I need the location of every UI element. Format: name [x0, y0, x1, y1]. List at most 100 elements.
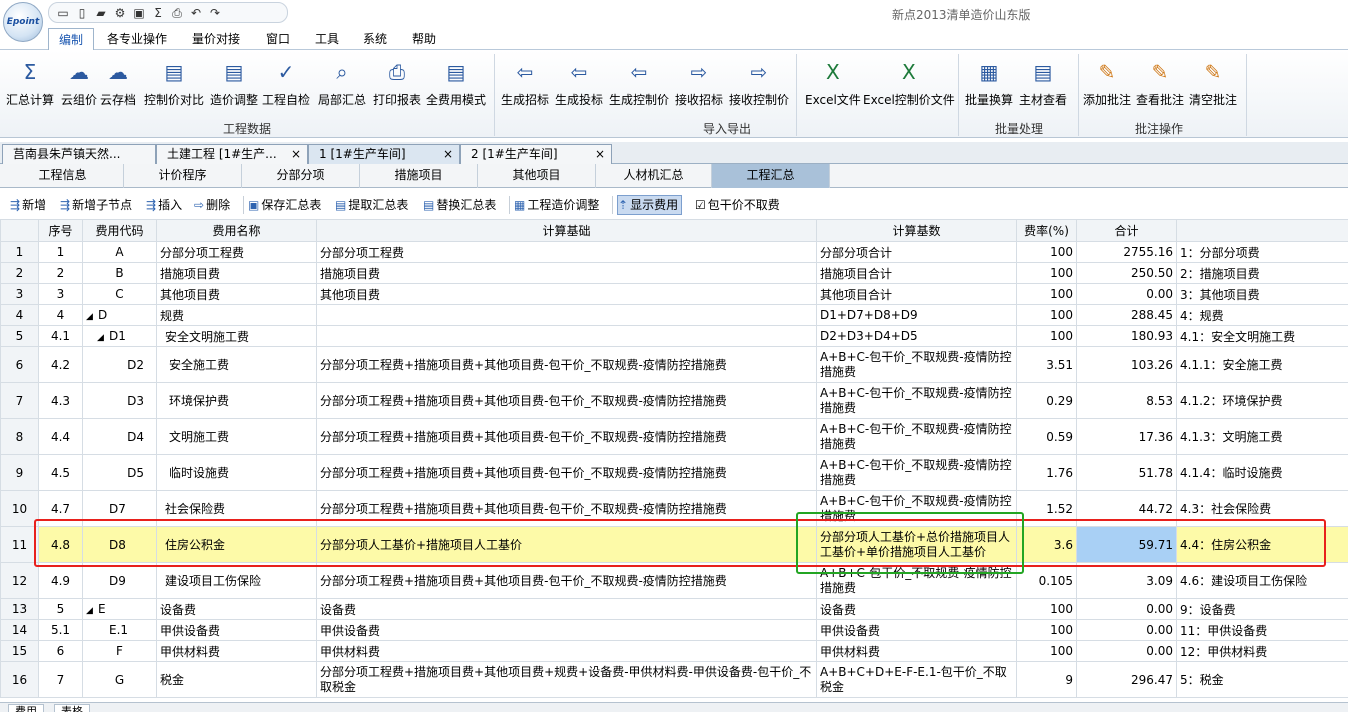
- lump-sum-checkbox[interactable]: ☑ 包干价不取费: [695, 195, 780, 215]
- cloud-pricing-button[interactable]: ☁ 云组价: [61, 52, 97, 110]
- header-rate[interactable]: 费率(%): [1016, 219, 1077, 242]
- app-window: Epoint ▭ ▯ ▰ ⚙ ▣ Σ ⎙ ↶ ↷ 新点2013清单造价山东版 编…: [0, 0, 1348, 712]
- table-row[interactable]: 4 4 ◢ D 规费 D1+D7+D8+D9 100 288.45 4：规费: [0, 304, 1348, 326]
- insert-icon: ⇶: [146, 198, 157, 212]
- bottom-tab-table[interactable]: 表格: [54, 704, 90, 712]
- menu-help[interactable]: 帮助: [402, 28, 446, 51]
- save-summary-button[interactable]: ▣ 保存汇总表: [248, 195, 321, 215]
- selected-total-cell[interactable]: 59.71: [1076, 526, 1177, 563]
- self-check-button[interactable]: ✓ 工程自检: [262, 52, 310, 110]
- sigma-icon[interactable]: Σ: [150, 5, 166, 21]
- gen-control-price-button[interactable]: ⇦ 生成控制价: [609, 52, 669, 110]
- close-icon[interactable]: ×: [595, 145, 605, 163]
- tab-project-info[interactable]: 工程信息: [2, 164, 124, 188]
- menu-quantity-price[interactable]: 量价对接: [182, 28, 250, 51]
- doc-tab-project[interactable]: 莒南县朱芦镇天然...: [2, 144, 156, 164]
- clear-comment-button[interactable]: ✎ 清空批注: [1189, 52, 1237, 110]
- cost-adjust-toolbar-button[interactable]: ▦ 工程造价调整: [514, 195, 599, 215]
- menu-window[interactable]: 窗口: [256, 28, 300, 51]
- header-rownum[interactable]: [0, 219, 39, 242]
- toolbar-separator: [612, 196, 613, 214]
- undo-icon[interactable]: ↶: [188, 5, 204, 21]
- table-row[interactable]: 9 4.5 D5 临时设施费 分部分项工程费+措施项目费+其他项目费-包干价_不…: [0, 454, 1348, 491]
- header-code[interactable]: 费用代码: [82, 219, 157, 242]
- table-row[interactable]: 8 4.4 D4 文明施工费 分部分项工程费+措施项目费+其他项目费-包干价_不…: [0, 418, 1348, 455]
- header-seq[interactable]: 序号: [38, 219, 83, 242]
- save-icon[interactable]: ▣: [131, 5, 147, 21]
- table-header-row: 序号 费用代码 费用名称 计算基础 计算基数 费率(%) 合计: [0, 219, 1348, 242]
- table-row[interactable]: 5 4.1 ◢ D1 安全文明施工费 D2+D3+D4+D5 100 180.93…: [0, 325, 1348, 347]
- doc-tab-workshop-1[interactable]: 1 [1#生产车间] ×: [308, 144, 460, 164]
- tab-project-summary[interactable]: 工程汇总: [712, 164, 830, 188]
- menu-specialty[interactable]: 各专业操作: [97, 28, 177, 51]
- delete-button[interactable]: ⇨ 删除: [194, 195, 230, 215]
- collapse-triangle-icon[interactable]: ◢: [86, 312, 98, 322]
- header-note[interactable]: [1176, 219, 1348, 242]
- collapse-triangle-icon[interactable]: ◢: [97, 333, 109, 343]
- header-total[interactable]: 合计: [1076, 219, 1177, 242]
- table-row[interactable]: 13 5 ◢ E 设备费 设备费 设备费 100 0.00 9：设备费: [0, 598, 1348, 620]
- receive-tender-button[interactable]: ⇨ 接收招标: [675, 52, 723, 110]
- add-button[interactable]: ⇶ 新增: [10, 195, 46, 215]
- tab-measures[interactable]: 措施项目: [360, 164, 478, 188]
- header-name[interactable]: 费用名称: [156, 219, 317, 242]
- new-doc-icon[interactable]: ▭: [55, 5, 71, 21]
- partial-summary-button[interactable]: ⌕ 局部汇总: [318, 52, 366, 110]
- add-comment-button[interactable]: ✎ 添加批注: [1083, 52, 1131, 110]
- close-icon[interactable]: ×: [443, 145, 453, 163]
- header-basis[interactable]: 计算基础: [316, 219, 817, 242]
- bottom-tab-fee[interactable]: 费用: [8, 704, 44, 712]
- insert-button[interactable]: ⇶ 插入: [146, 195, 182, 215]
- doc-tab-civil[interactable]: 土建工程 [1#生产... ×: [156, 144, 308, 164]
- menu-edit[interactable]: 编制: [48, 28, 95, 51]
- excel-control-price-button[interactable]: X Excel控制价文件: [863, 52, 955, 110]
- excel-icon: X: [826, 60, 840, 84]
- print-icon[interactable]: ⎙: [169, 5, 185, 21]
- table-row[interactable]: 12 4.9 D9 建设项目工伤保险 分部分项工程费+措施项目费+其他项目费-包…: [0, 562, 1348, 599]
- gen-tender-button[interactable]: ⇦ 生成招标: [501, 52, 549, 110]
- tab-other-items[interactable]: 其他项目: [478, 164, 596, 188]
- export-icon: ⇦: [516, 60, 534, 84]
- extract-summary-button[interactable]: ▤ 提取汇总表: [335, 195, 408, 215]
- header-base[interactable]: 计算基数: [816, 219, 1017, 242]
- cloud-archive-button[interactable]: ☁ 云存档: [100, 52, 136, 110]
- table-row[interactable]: 2 2 B 措施项目费 措施项目费 措施项目合计 100 250.50 2：措施…: [0, 262, 1348, 284]
- close-icon[interactable]: ×: [291, 145, 301, 163]
- tab-sub-items[interactable]: 分部分项: [242, 164, 360, 188]
- excel-file-button[interactable]: X Excel文件: [805, 52, 861, 110]
- main-material-button[interactable]: ▤ 主材查看: [1019, 52, 1067, 110]
- replace-summary-button[interactable]: ▤ 替换汇总表: [423, 195, 496, 215]
- table-row[interactable]: 7 4.3 D3 环境保护费 分部分项工程费+措施项目费+其他项目费-包干价_不…: [0, 382, 1348, 419]
- menu-system[interactable]: 系统: [353, 28, 397, 51]
- table-row[interactable]: 15 6 F 甲供材料费 甲供材料费 甲供材料费 100 0.00 12：甲供材…: [0, 640, 1348, 662]
- full-cost-mode-button[interactable]: ▤ 全费用模式: [426, 52, 486, 110]
- control-price-compare-button[interactable]: ▤ 控制价对比: [144, 52, 204, 110]
- table-row-selected[interactable]: 11 4.8 D8 住房公积金 分部分项人工基价+措施项目人工基价 分部分项人工…: [0, 526, 1348, 563]
- receive-control-price-button[interactable]: ⇨ 接收控制价: [729, 52, 789, 110]
- tab-labor-material[interactable]: 人材机汇总: [596, 164, 712, 188]
- view-comment-button[interactable]: ✎ 查看批注: [1136, 52, 1184, 110]
- show-fee-toggle[interactable]: ⇡ 显示费用: [617, 195, 683, 215]
- menu-tools[interactable]: 工具: [305, 28, 349, 51]
- blank-doc-icon[interactable]: ▯: [74, 5, 90, 21]
- sum-calc-button[interactable]: Σ 汇总计算: [6, 52, 54, 110]
- add-child-button[interactable]: ⇶ 新增子节点: [60, 195, 132, 215]
- redo-icon[interactable]: ↷: [207, 5, 223, 21]
- print-report-button[interactable]: ⎙ 打印报表: [373, 52, 421, 110]
- tab-pricing-procedure[interactable]: 计价程序: [124, 164, 242, 188]
- open-folder-icon[interactable]: ▰: [93, 5, 109, 21]
- gen-bid-button[interactable]: ⇦ 生成投标: [555, 52, 603, 110]
- doc-tab-workshop-2[interactable]: 2 [1#生产车间] ×: [460, 144, 612, 164]
- cost-adjust-button[interactable]: ▤ 造价调整: [210, 52, 258, 110]
- tools-icon[interactable]: ⚙: [112, 5, 128, 21]
- table-row[interactable]: 1 1 A 分部分项工程费 分部分项工程费 分部分项合计 100 2755.16…: [0, 241, 1348, 263]
- batch-convert-button[interactable]: ▦ 批量换算: [965, 52, 1013, 110]
- app-logo[interactable]: Epoint: [3, 2, 43, 42]
- table-row[interactable]: 16 7 G 税金 分部分项工程费+措施项目费+其他项目费+规费+设备费-甲供材…: [0, 661, 1348, 698]
- table-row[interactable]: 10 4.7 D7 社会保险费 分部分项工程费+措施项目费+其他项目费-包干价_…: [0, 490, 1348, 527]
- table-row[interactable]: 6 4.2 D2 安全施工费 分部分项工程费+措施项目费+其他项目费-包干价_不…: [0, 346, 1348, 383]
- collapse-triangle-icon[interactable]: ◢: [86, 606, 98, 616]
- table-row[interactable]: 3 3 C 其他项目费 其他项目费 其他项目合计 100 0.00 3：其他项目…: [0, 283, 1348, 305]
- table-row[interactable]: 14 5.1 E.1 甲供设备费 甲供设备费 甲供设备费 100 0.00 11…: [0, 619, 1348, 641]
- compare-icon: ▤: [164, 60, 184, 84]
